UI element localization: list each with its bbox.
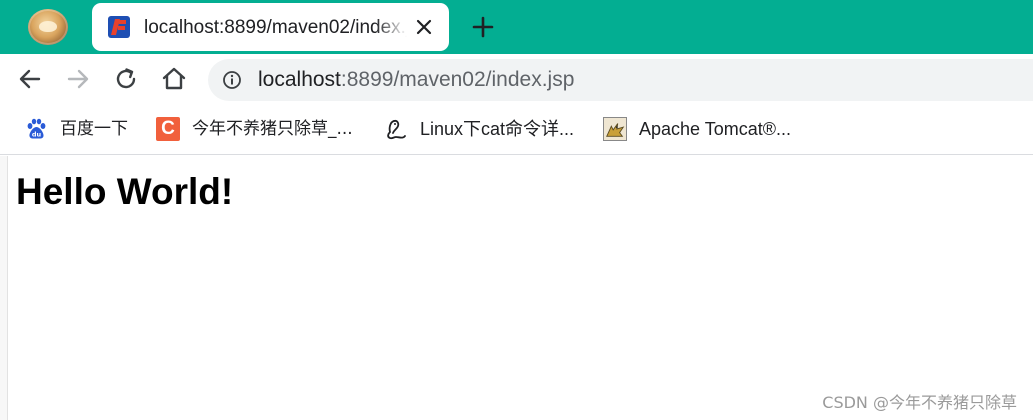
page-viewport: Hello World! CSDN @今年不养猪只除草: [0, 156, 1033, 420]
address-bar[interactable]: localhost:8899/maven02/index.jsp: [208, 59, 1033, 101]
tab-active[interactable]: localhost:8899/maven02/index.jsp: [92, 3, 449, 51]
close-icon[interactable]: [415, 18, 433, 36]
bookmark-label: 百度一下: [60, 119, 128, 139]
bookmark-apache-tomcat[interactable]: Apache Tomcat®...: [603, 116, 791, 142]
home-icon[interactable]: [159, 64, 189, 94]
forward-arrow-icon[interactable]: [63, 64, 93, 94]
reload-icon[interactable]: [111, 64, 141, 94]
baidu-paw-icon: du: [27, 118, 46, 139]
tab-strip: localhost:8899/maven02/index.jsp: [0, 0, 1033, 54]
linux-tux-icon: [387, 119, 406, 140]
bookmark-baidu[interactable]: du 百度一下: [24, 116, 128, 142]
svg-text:du: du: [32, 131, 42, 139]
new-tab-plus-icon[interactable]: [472, 16, 494, 38]
bookmark-label: Apache Tomcat®...: [639, 119, 792, 139]
page-left-edge: [0, 156, 8, 420]
bookmark-label: Linux下cat命令详...: [420, 119, 575, 139]
profile-avatar[interactable]: [28, 9, 68, 45]
csdn-watermark: CSDN @今年不养猪只除草: [822, 393, 1017, 412]
back-arrow-icon[interactable]: [15, 64, 45, 94]
bookmark-linux-cat[interactable]: Linux下cat命令详...: [384, 116, 574, 142]
bookmark-csdn[interactable]: C 今年不养猪只除草_...: [156, 116, 353, 142]
url-host: localhost: [258, 68, 341, 91]
browser-toolbar: localhost:8899/maven02/index.jsp: [0, 54, 1033, 104]
tab-title: localhost:8899/maven02/index.jsp: [144, 17, 407, 38]
bookmark-label: 今年不养猪只除草_...: [192, 119, 353, 139]
url-text[interactable]: localhost:8899/maven02/index.jsp: [258, 68, 574, 92]
page-heading: Hello World!: [16, 171, 234, 212]
csdn-c-icon: C: [156, 117, 180, 141]
intellij-idea-icon: [108, 16, 130, 38]
info-icon[interactable]: [222, 70, 242, 90]
url-path: :8899/maven02/index.jsp: [340, 68, 575, 91]
bookmarks-bar: du 百度一下 C 今年不养猪只除草_... Linux下cat命令详... A…: [0, 104, 1033, 155]
tomcat-icon: [603, 117, 627, 141]
